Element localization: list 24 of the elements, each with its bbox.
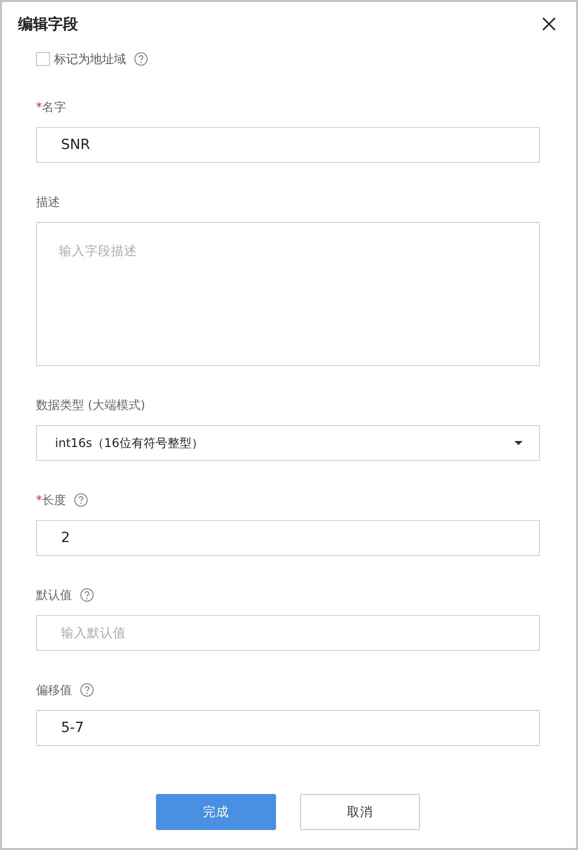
help-icon[interactable] — [74, 493, 88, 507]
text-area[interactable]: 输入字段描述 — [36, 222, 540, 366]
cancel-button[interactable]: 取消 — [300, 794, 420, 830]
close-icon[interactable] — [542, 17, 556, 31]
input-field[interactable]: 2 — [36, 520, 540, 556]
field-label: 默认值 — [36, 586, 72, 604]
required-mark: * — [36, 493, 42, 507]
field-label: 偏移值 — [36, 682, 72, 698]
dialog-title: 编辑字段 — [18, 14, 78, 34]
caret-icon — [514, 440, 523, 446]
required-mark: * — [36, 100, 42, 114]
field-label: 描述 — [36, 194, 60, 210]
help-icon[interactable] — [80, 588, 94, 602]
field-label: 数据类型 (大端模式) — [36, 396, 146, 414]
help-icon[interactable] — [80, 683, 94, 697]
input-field[interactable]: 输入默认值 — [36, 615, 540, 651]
input-field[interactable]: 5-7 — [36, 710, 540, 746]
help-icon[interactable] — [134, 52, 148, 66]
input-field[interactable]: SNR — [36, 127, 540, 163]
checkbox[interactable] — [36, 52, 50, 66]
dropdown[interactable]: int16s（16位有符号整型） — [36, 425, 540, 461]
field-label: 名字 — [42, 98, 66, 116]
checkbox-label: 标记为地址域 — [54, 50, 126, 68]
field-label: 长度 — [42, 492, 66, 508]
